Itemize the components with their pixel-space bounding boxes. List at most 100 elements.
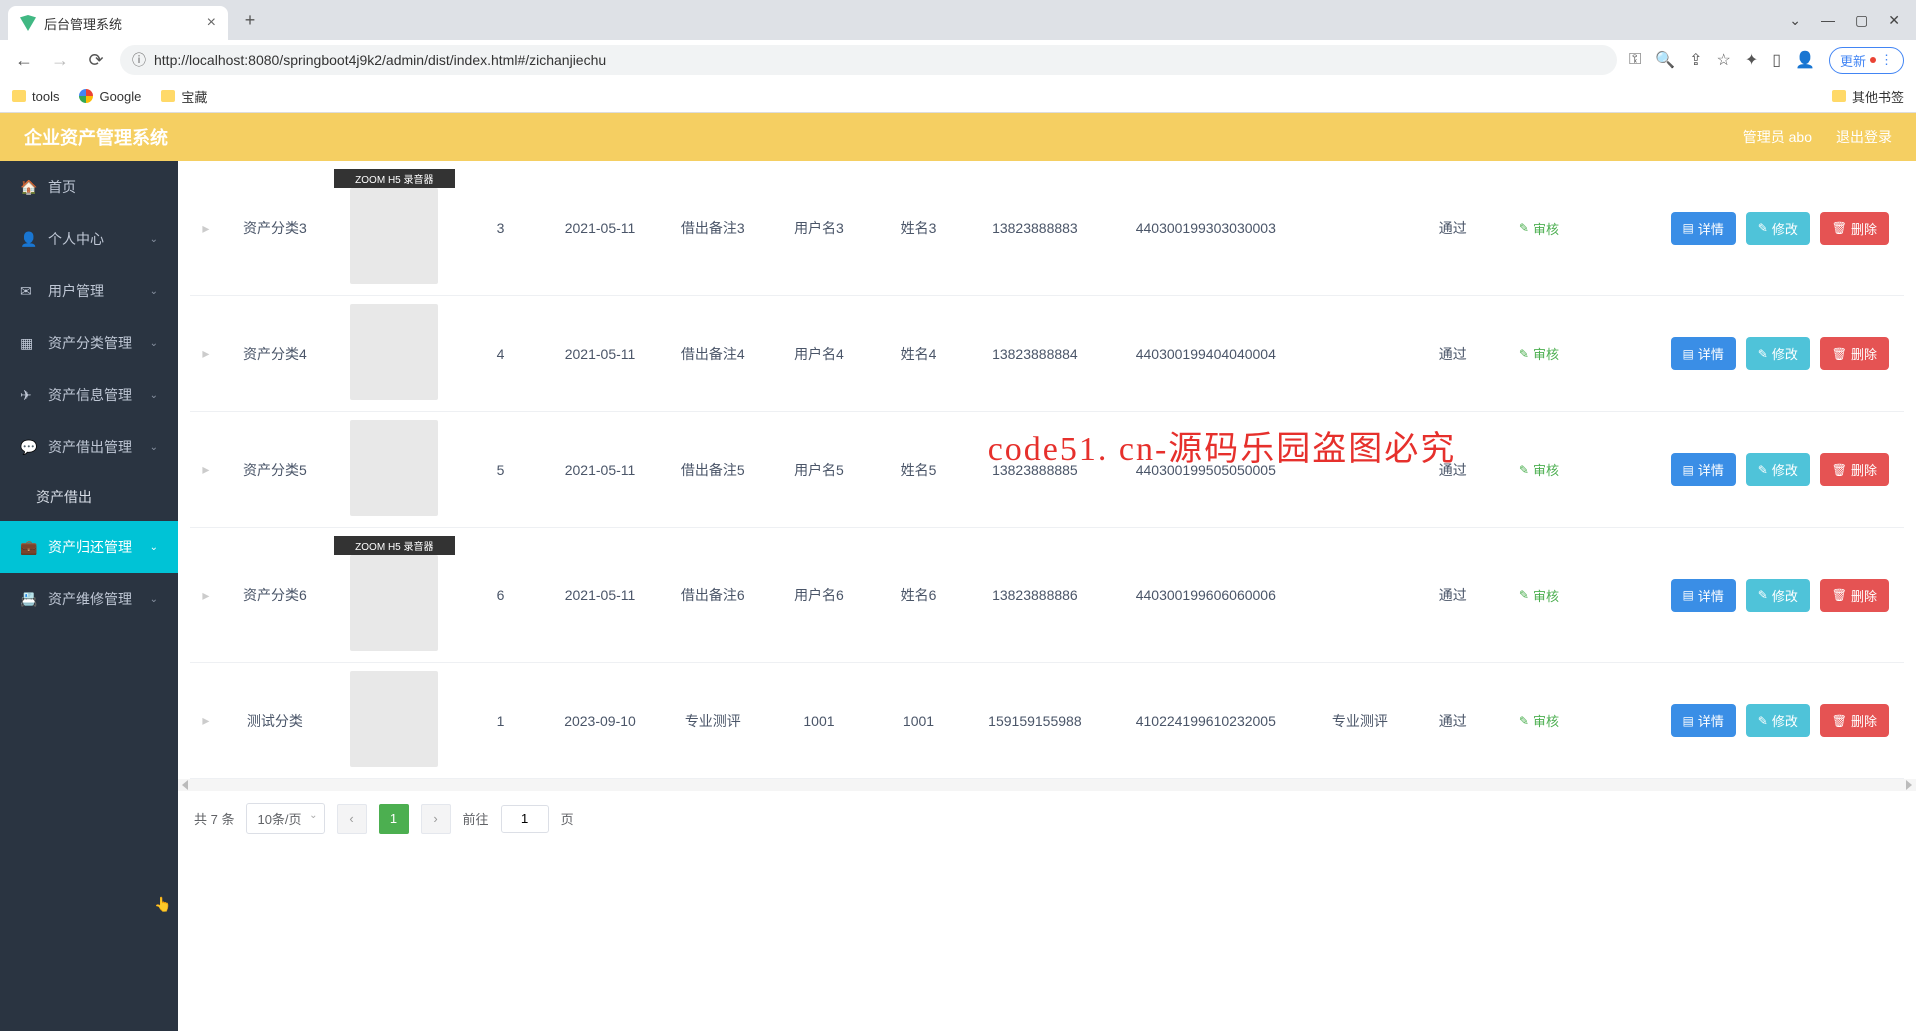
chevron-down-icon: ⌄ [150,234,158,245]
delete-button[interactable]: 🗑删除 [1820,453,1889,486]
bookmark-google[interactable]: Google [79,89,141,104]
audit-cell: ✎审核 [1493,528,1586,663]
sidebar-item-home[interactable]: 🏠 首页 [0,161,178,213]
detail-button[interactable]: ▤详情 [1671,337,1736,370]
bookmark-tools[interactable]: tools [12,89,59,104]
extensions-icon[interactable]: ✦ [1745,50,1758,70]
table-row: ▸ 资产分类3 ZOOM H5 录音器 3 2021-05-11 借出备注3 用… [190,161,1904,296]
sidebar-item-user-mgmt[interactable]: ✉ 用户管理 ⌄ [0,265,178,317]
detail-button[interactable]: ▤详情 [1671,579,1736,612]
chevron-down-icon: ⌄ [150,442,158,453]
admin-label[interactable]: 管理员 abo [1743,127,1812,147]
other-bookmarks[interactable]: 其他书签 [1832,87,1904,106]
share-icon[interactable]: ⇪ [1689,50,1702,70]
edit-button[interactable]: ✎修改 [1746,212,1810,245]
sidebar-item-lend-mgmt[interactable]: 💬 资产借出管理 ⌄ [0,421,178,473]
delete-button[interactable]: 🗑删除 [1820,579,1889,612]
actions-cell: ▤详情 ✎修改 🗑删除 [1585,296,1904,412]
total-count: 共 7 条 [194,809,234,828]
profile-icon[interactable]: 👤 [1795,50,1815,70]
panel-icon[interactable]: ▯ [1772,50,1781,70]
edit-button[interactable]: ✎修改 [1746,453,1810,486]
sidebar-item-category-mgmt[interactable]: ▦ 资产分类管理 ⌄ [0,317,178,369]
asset-image [350,420,438,516]
audit-button[interactable]: ✎审核 [1507,579,1571,612]
nav-bar: ← → ⟳ ⓘ http://localhost:8080/springboot… [0,40,1916,80]
bookmark-treasure[interactable]: 宝藏 [161,87,207,106]
detail-button[interactable]: ▤详情 [1671,212,1736,245]
folder-icon [12,90,26,102]
trash-icon: 🗑 [1832,588,1847,602]
audit-cell: ✎审核 [1493,161,1586,296]
audit-button[interactable]: ✎审核 [1507,704,1571,737]
sidebar-item-personal[interactable]: 👤 个人中心 ⌄ [0,213,178,265]
back-button[interactable]: ← [12,48,36,72]
dropdown-icon[interactable]: ⌄ [1789,12,1801,29]
name-cell: 姓名3 [872,161,965,296]
list-icon: ▤ [1683,588,1694,602]
detail-button[interactable]: ▤详情 [1671,453,1736,486]
name-cell: 姓名6 [872,528,965,663]
image-cell: ZOOM H5 录音器 [328,528,461,663]
row-marker: ▸ [190,412,222,528]
url-bar[interactable]: ⓘ http://localhost:8080/springboot4j9k2/… [120,45,1617,75]
minimize-icon[interactable]: — [1821,12,1835,29]
key-icon[interactable]: ⚿ [1629,51,1641,69]
prev-page-button[interactable]: ‹ [337,804,367,834]
site-info-icon[interactable]: ⓘ [132,50,146,70]
horizontal-scrollbar[interactable] [178,779,1916,791]
username-cell: 用户名5 [766,412,872,528]
pencil-icon: ✎ [1758,221,1768,235]
maximize-icon[interactable]: ▢ [1855,12,1868,29]
goto-suffix: 页 [561,809,574,828]
sidebar-subitem-lend[interactable]: 资产借出 [0,473,178,521]
qty-cell: 5 [461,412,541,528]
extra-cell [1307,296,1413,412]
page-number-button[interactable]: 1 [379,804,409,834]
goto-prefix: 前往 [463,809,489,828]
close-window-icon[interactable]: ✕ [1888,12,1900,29]
sidebar-item-info-mgmt[interactable]: ✈ 资产信息管理 ⌄ [0,369,178,421]
delete-button[interactable]: 🗑删除 [1820,704,1889,737]
edit-button[interactable]: ✎修改 [1746,337,1810,370]
reload-button[interactable]: ⟳ [84,48,108,72]
logout-link[interactable]: 退出登录 [1836,127,1892,147]
goto-page-input[interactable] [501,805,549,833]
close-tab-icon[interactable]: × [207,14,216,32]
new-tab-button[interactable]: + [236,6,264,34]
edit-icon: ✎ [1519,714,1529,728]
search-icon[interactable]: 🔍 [1655,50,1675,70]
detail-button[interactable]: ▤详情 [1671,704,1736,737]
sidebar-item-return-mgmt[interactable]: 💼 资产归还管理 ⌄ 👆 [0,521,178,573]
update-button[interactable]: 更新 ⋮ [1829,47,1904,74]
audit-button[interactable]: ✎审核 [1507,212,1571,245]
audit-cell: ✎审核 [1493,296,1586,412]
audit-button[interactable]: ✎审核 [1507,337,1571,370]
browser-chrome: 后台管理系统 × + ⌄ — ▢ ✕ ← → ⟳ ⓘ http://localh… [0,0,1916,113]
asset-image [350,188,438,284]
trash-icon: 🗑 [1832,463,1847,477]
phone-cell: 159159155988 [965,663,1105,779]
audit-cell: ✎审核 [1493,412,1586,528]
page-size-select[interactable]: 10条/页 ⌄ [246,803,324,834]
date-cell: 2021-05-11 [540,161,659,296]
audit-button[interactable]: ✎审核 [1507,453,1571,486]
window-controls: ⌄ — ▢ ✕ [1789,12,1916,29]
next-page-button[interactable]: › [421,804,451,834]
audit-cell: ✎审核 [1493,663,1586,779]
username-cell: 用户名6 [766,528,872,663]
browser-tab[interactable]: 后台管理系统 × [8,6,228,40]
google-icon [79,89,93,103]
sidebar-item-repair-mgmt[interactable]: 📇 资产维修管理 ⌄ [0,573,178,625]
delete-button[interactable]: 🗑删除 [1820,212,1889,245]
pencil-icon: ✎ [1758,347,1768,361]
status-cell: 通过 [1413,663,1493,779]
idcard-cell: 440300199404040004 [1105,296,1307,412]
bookmark-icon[interactable]: ☆ [1717,50,1731,70]
extra-cell: 专业测评 [1307,663,1413,779]
delete-button[interactable]: 🗑删除 [1820,337,1889,370]
extra-cell [1307,161,1413,296]
edit-button[interactable]: ✎修改 [1746,704,1810,737]
edit-button[interactable]: ✎修改 [1746,579,1810,612]
forward-button[interactable]: → [48,48,72,72]
